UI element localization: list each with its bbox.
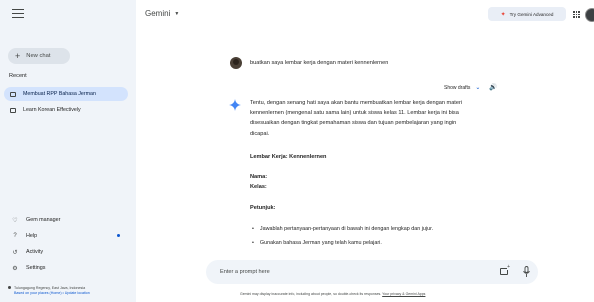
gem-icon: ♡ [12, 217, 18, 224]
plus-icon: + [15, 50, 21, 61]
try-advanced-button[interactable]: ✦ Try Gemini Advanced [488, 7, 566, 21]
activity-label: Activity [26, 249, 44, 255]
recent-chat-item[interactable]: Membuat RPP Bahasa Jerman [4, 87, 128, 101]
instructions-heading: Petunjuk: [250, 205, 276, 211]
settings-icon: ⚙ [12, 265, 18, 272]
location-info: Tulungagung Regency, East Java, Indonesi… [8, 286, 90, 296]
add-image-icon[interactable] [500, 265, 510, 275]
new-chat-label: New chat [26, 53, 51, 59]
activity-item[interactable]: ↺ Activity [4, 246, 128, 258]
user-message: buatkan saya lembar kerja dengan materi … [250, 60, 389, 66]
location-text: Tulungagung Regency, East Java, Indonesi… [14, 286, 86, 290]
brand-title: Gemini [145, 9, 171, 18]
main-menu-icon[interactable] [12, 9, 24, 19]
response-line: dicapai. [250, 131, 270, 137]
gem-manager-item[interactable]: ♡ Gem manager [4, 214, 128, 226]
settings-item[interactable]: ⚙ Settings [4, 262, 128, 274]
field-kelas: Kelas: [250, 184, 267, 190]
recent-chat-label: Learn Korean Effectively [23, 107, 81, 113]
location-dot-icon [8, 286, 11, 289]
instruction-bullet: Gunakan bahasa Jerman yang telah kamu pe… [252, 240, 382, 246]
show-drafts-button[interactable]: Show drafts ⌄ [444, 84, 481, 92]
new-chat-button[interactable]: + New chat [8, 48, 70, 64]
apps-grid-icon[interactable] [573, 11, 580, 18]
prompt-box [206, 260, 538, 284]
model-switcher[interactable]: Gemini ▼ [145, 9, 179, 18]
chevron-down-icon: ⌄ [475, 85, 481, 91]
response-line: kennenlernen (mengenal satu sama lain) u… [250, 110, 459, 116]
worksheet-heading: Lembar Kerja: Kennenlernen [250, 154, 327, 160]
prompt-input[interactable] [220, 267, 470, 277]
sparkle-icon: ✦ [500, 11, 506, 18]
gem-manager-label: Gem manager [26, 217, 61, 223]
update-location-link[interactable]: Based on your places (Home) • Update loc… [8, 291, 90, 296]
chat-icon [10, 107, 16, 113]
caret-down-icon: ▼ [174, 10, 180, 17]
settings-label: Settings [26, 265, 46, 271]
help-icon: ? [13, 233, 17, 239]
disclaimer: Gemini may display inaccurate info, incl… [240, 292, 425, 296]
speaker-icon[interactable]: 🔊 [489, 83, 497, 91]
recent-chat-item[interactable]: Learn Korean Effectively [4, 103, 128, 117]
help-item[interactable]: ? Help [4, 230, 128, 242]
activity-icon: ↺ [12, 249, 18, 256]
instruction-bullet: Jawablah pertanyaan-pertanyaan di bawah … [252, 226, 433, 232]
account-avatar[interactable] [585, 8, 594, 22]
response-line: Tentu, dengan senang hati saya akan bant… [250, 100, 463, 106]
gemini-sparkle-icon [229, 99, 241, 111]
disclaimer-text: Gemini may display inaccurate info, incl… [240, 292, 382, 296]
field-nama: Nama: [250, 174, 268, 180]
recent-heading: Recent [9, 73, 27, 79]
microphone-icon[interactable] [523, 266, 530, 278]
notification-dot [117, 234, 120, 237]
privacy-link[interactable]: Your privacy & Gemini Apps [382, 292, 425, 296]
sidebar: + New chat Recent Membuat RPP Bahasa Jer… [0, 0, 136, 302]
show-drafts-label: Show drafts [444, 84, 471, 91]
response-line: disesuaikan dengan tingkat pemahaman sis… [250, 120, 457, 126]
chat-icon [10, 91, 16, 97]
user-avatar [230, 57, 242, 69]
try-advanced-label: Try Gemini Advanced [509, 11, 554, 17]
recent-chat-label: Membuat RPP Bahasa Jerman [23, 91, 96, 97]
help-label: Help [26, 233, 38, 239]
